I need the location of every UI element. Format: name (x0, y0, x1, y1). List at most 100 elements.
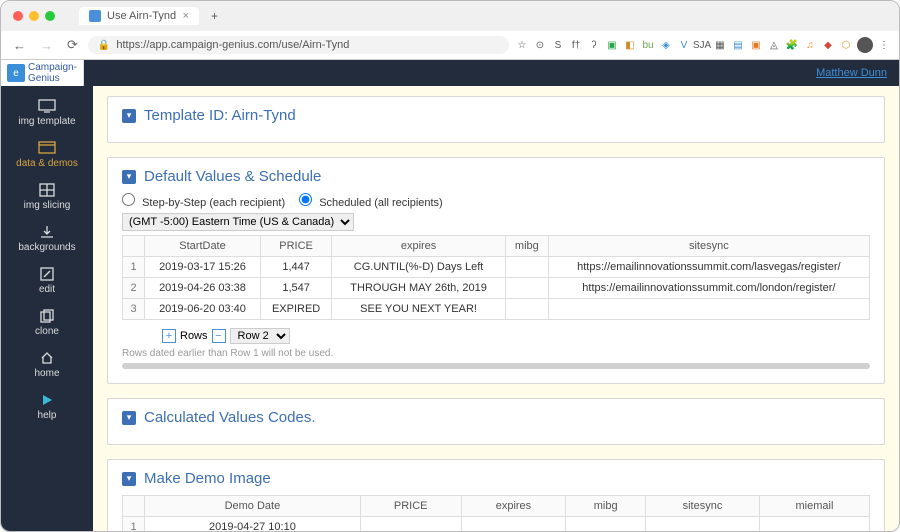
ext-icon[interactable]: ◬ (767, 38, 781, 52)
collapse-icon: ▾ (122, 170, 136, 184)
cell[interactable]: THROUGH MAY 26th, 2019 (332, 278, 506, 299)
user-link[interactable]: Matthew Dunn (816, 67, 887, 79)
sidebar-item-home[interactable]: home (1, 344, 93, 386)
app-logo[interactable]: e Campaign-Genius (1, 60, 84, 86)
home-icon (38, 351, 56, 365)
browser-tab[interactable]: Use Airn-Tynd × (79, 7, 199, 25)
avatar-icon[interactable] (857, 37, 873, 53)
close-window[interactable] (13, 11, 23, 21)
logo-text-2: Genius (28, 73, 60, 84)
row-select[interactable]: Row 2 (230, 328, 290, 344)
sidebar-item-clone[interactable]: clone (1, 302, 93, 344)
browser-tab-row: Use Airn-Tynd × + (1, 1, 899, 31)
sidebar-item-img-template[interactable]: img template (1, 92, 93, 134)
ext-icon[interactable]: bu (641, 38, 655, 52)
ext-icon[interactable]: ⬡ (839, 38, 853, 52)
cell[interactable]: 1,547 (261, 278, 332, 299)
panel-demo-image: ▾ Make Demo Image Demo Date PRICE expire… (107, 459, 885, 532)
cell[interactable] (566, 517, 646, 532)
sidebar-item-label: edit (39, 284, 55, 295)
sidebar-item-data-demos[interactable]: data & demos (1, 134, 93, 176)
sidebar-item-edit[interactable]: edit (1, 260, 93, 302)
minimize-window[interactable] (29, 11, 39, 21)
panel-head-demo[interactable]: ▾ Make Demo Image (122, 470, 870, 487)
address-bar[interactable]: 🔒 https://app.campaign-genius.com/use/Ai… (88, 36, 509, 54)
cell[interactable] (360, 517, 461, 532)
reload-button[interactable]: ⟳ (63, 37, 82, 53)
rows-label: Rows (180, 330, 208, 342)
collapse-icon: ▾ (122, 472, 136, 486)
rownum-col (123, 236, 145, 257)
tab-close-icon[interactable]: × (183, 10, 189, 22)
table-row[interactable]: 22019-04-26 03:381,547THROUGH MAY 26th, … (123, 278, 870, 299)
zoom-window[interactable] (45, 11, 55, 21)
ext-icon[interactable]: ▣ (749, 38, 763, 52)
table-row[interactable]: 12019-03-17 15:261,447CG.UNTIL(%-D) Days… (123, 257, 870, 278)
cell[interactable]: https://emailinnovationssummit.com/lasve… (548, 257, 869, 278)
panel-calculated-codes: ▾ Calculated Values Codes. (107, 398, 885, 445)
ext-icon[interactable]: ◈ (659, 38, 673, 52)
timezone-select[interactable]: (GMT -5:00) Eastern Time (US & Canada) (122, 213, 354, 231)
ext-icon[interactable]: ◧ (623, 38, 637, 52)
cell[interactable]: CG.UNTIL(%-D) Days Left (332, 257, 506, 278)
sidebar-item-img-slicing[interactable]: img slicing (1, 176, 93, 218)
edit-icon (38, 267, 56, 281)
ext-icon[interactable]: ʔ (587, 38, 601, 52)
cell[interactable]: 2019-06-20 03:40 (145, 299, 261, 320)
logo-text-1: Campaign- (28, 62, 77, 73)
collapse-icon: ▾ (122, 411, 136, 425)
rownum-col (123, 496, 145, 517)
ext-icon[interactable]: ▣ (605, 38, 619, 52)
cell[interactable]: EXPIRED (261, 299, 332, 320)
ext-icon[interactable]: ⊙ (533, 38, 547, 52)
ext-icon[interactable]: 🧩 (785, 38, 799, 52)
cell[interactable]: https://emailinnovationssummit.com/londo… (548, 278, 869, 299)
favicon-icon (89, 10, 101, 22)
ext-icon[interactable]: ♫ (803, 38, 817, 52)
ext-icon[interactable]: ◆ (821, 38, 835, 52)
table-row[interactable]: 32019-06-20 03:40EXPIREDSEE YOU NEXT YEA… (123, 299, 870, 320)
radio-scheduled[interactable]: Scheduled (all recipients) (299, 193, 443, 209)
ext-icon[interactable]: S (551, 38, 565, 52)
ext-icon[interactable]: ▦ (713, 38, 727, 52)
cell[interactable] (759, 517, 869, 532)
menu-icon[interactable]: ⋮ (877, 38, 891, 52)
main-content: ▾ Template ID: Airn-Tynd ▾ Default Value… (93, 86, 899, 532)
remove-row-button[interactable]: − (212, 329, 226, 343)
forward-button[interactable]: → (36, 38, 57, 53)
radio-step[interactable]: Step-by-Step (each recipient) (122, 193, 285, 209)
cell[interactable] (461, 517, 566, 532)
panel-head-defaults[interactable]: ▾ Default Values & Schedule (122, 168, 870, 185)
cell[interactable] (505, 257, 548, 278)
url-text: https://app.campaign-genius.com/use/Airn… (116, 39, 349, 51)
ext-icon[interactable]: f† (569, 38, 583, 52)
add-row-button[interactable]: + (162, 329, 176, 343)
sidebar-item-label: img template (18, 116, 75, 127)
new-tab-button[interactable]: + (205, 9, 224, 23)
window-icon (38, 141, 56, 155)
cell[interactable]: SEE YOU NEXT YEAR! (332, 299, 506, 320)
cell[interactable]: 2019-04-26 03:38 (145, 278, 261, 299)
sidebar-item-help[interactable]: help (1, 386, 93, 428)
sidebar-item-backgrounds[interactable]: backgrounds (1, 218, 93, 260)
ext-icon[interactable]: SJA (695, 38, 709, 52)
cell[interactable] (548, 299, 869, 320)
panel-template-id: ▾ Template ID: Airn-Tynd (107, 96, 885, 143)
panel-head-calculated[interactable]: ▾ Calculated Values Codes. (122, 409, 870, 426)
panel-defaults-schedule: ▾ Default Values & Schedule Step-by-Step… (107, 157, 885, 384)
back-button[interactable]: ← (9, 38, 30, 53)
ext-icon[interactable]: ☆ (515, 38, 529, 52)
col-startdate: StartDate (145, 236, 261, 257)
window-controls[interactable] (13, 11, 55, 21)
cell[interactable] (645, 517, 759, 532)
cell[interactable]: 2019-03-17 15:26 (145, 257, 261, 278)
panel-head-template[interactable]: ▾ Template ID: Airn-Tynd (122, 107, 870, 124)
row-number: 3 (123, 299, 145, 320)
cell[interactable] (505, 278, 548, 299)
cell[interactable] (505, 299, 548, 320)
ext-icon[interactable]: V (677, 38, 691, 52)
ext-icon[interactable]: ▤ (731, 38, 745, 52)
cell[interactable]: 2019-04-27 10:10 (145, 517, 361, 532)
cell[interactable]: 1,447 (261, 257, 332, 278)
table-row[interactable]: 12019-04-27 10:10 (123, 517, 870, 532)
